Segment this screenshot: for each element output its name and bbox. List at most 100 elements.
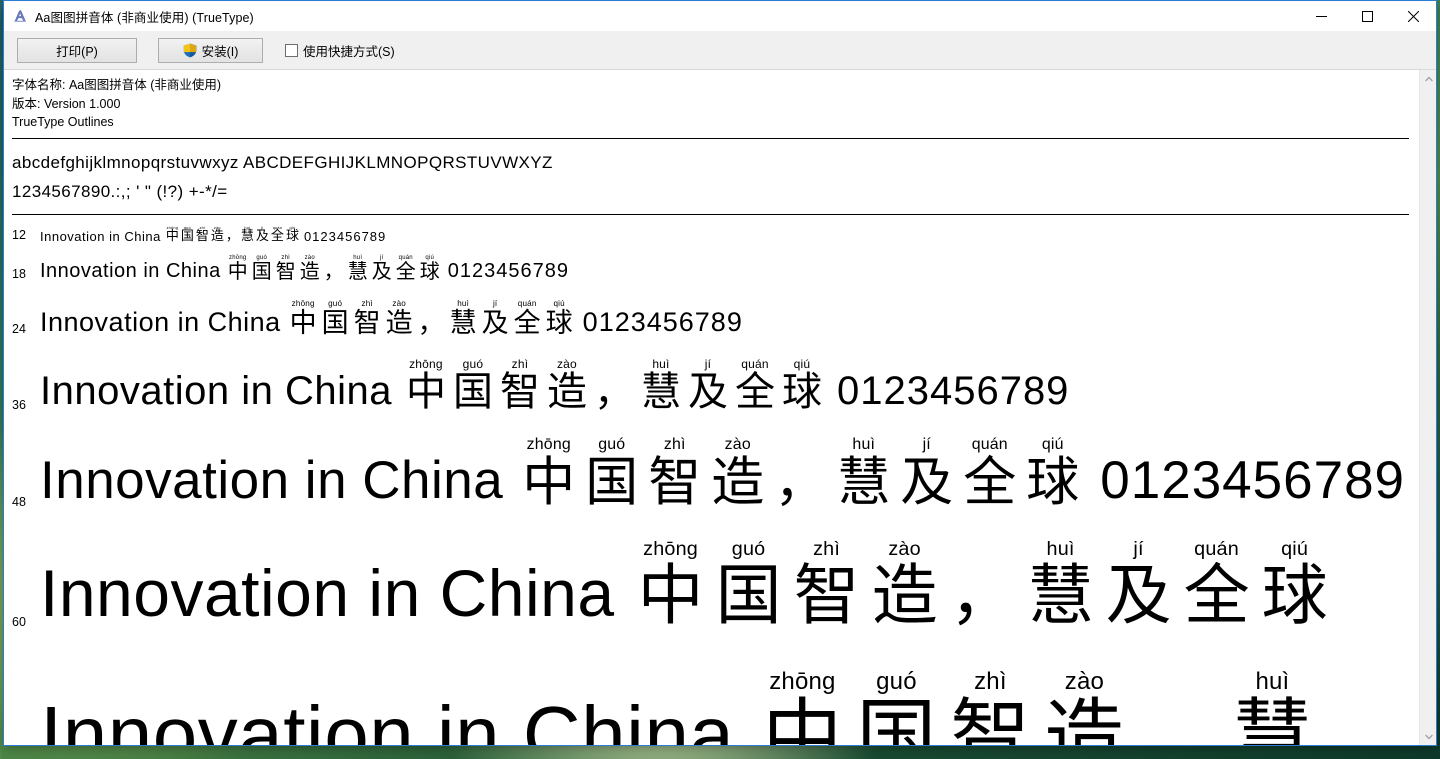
window-titlebar[interactable]: Aa图图拼音体 (非商业使用) (TrueType)	[4, 1, 1436, 31]
font-info-block: 字体名称: Aa图图拼音体 (非商业使用) 版本: Version 1.000 …	[4, 70, 1419, 132]
alphabet-letters: abcdefghijklmnopqrstuvwxyz ABCDEFGHIJKLM…	[12, 152, 553, 172]
chevron-up-icon[interactable]	[1420, 70, 1437, 87]
sample-digits: 0123456789	[447, 259, 569, 282]
ruby-annotated-character: quán 全	[1184, 538, 1250, 630]
han-character: 全	[734, 368, 775, 414]
ruby-annotated-character: zhì 智	[950, 669, 1030, 745]
sample-row: 60 Innovation in China zhōng 中 guó 国 zhì 智 zào 造，…	[4, 511, 1419, 631]
han-character: 中	[165, 228, 179, 244]
sample-latin-text: Innovation in China	[40, 306, 281, 337]
ruby-annotated-character: qiú 球	[420, 255, 440, 283]
ruby-annotated-character: zhōng 中	[165, 225, 179, 244]
install-button-label: 安装(I)	[201, 44, 239, 59]
han-character: 及	[1105, 556, 1172, 631]
han-character: 球	[1261, 556, 1328, 631]
sample-comma: ，	[1138, 690, 1219, 745]
han-character: 慧	[640, 368, 681, 414]
ruby-annotated-character: zhì 智	[354, 299, 381, 338]
use-shortcut-checkbox[interactable]: 使用快捷方式(S)	[285, 41, 395, 60]
ruby-annotated-character: zào 造	[386, 299, 413, 338]
scrollbar-track[interactable]	[1420, 87, 1436, 728]
ruby-annotated-character: zhì 智	[648, 436, 701, 511]
sample-latin-text: Innovation in China	[40, 450, 504, 510]
han-character: 及	[687, 368, 728, 414]
ruby-annotated-character: quán 全	[270, 225, 284, 244]
ruby-annotated-character: zào 造	[547, 358, 587, 414]
ruby-annotated-character: zào 造	[210, 225, 224, 244]
toolbar: 打印(P) 安装(I) 使用快捷方式(S)	[4, 31, 1436, 70]
sample-size-label: 36	[12, 398, 26, 413]
ruby-annotated-character: zhōng 中	[638, 538, 704, 630]
ruby-annotated-character: huì 慧	[837, 436, 891, 511]
content-area: 字体名称: Aa图图拼音体 (非商业使用) 版本: Version 1.000 …	[4, 70, 1436, 745]
han-character: 全	[270, 228, 284, 244]
use-shortcut-label: 使用快捷方式(S)	[303, 44, 395, 59]
han-character: 及	[481, 307, 509, 338]
sample-size-label: 18	[12, 267, 26, 282]
han-character: 慧	[837, 451, 891, 511]
install-button[interactable]: 安装(I)	[158, 37, 263, 63]
ruby-annotated-character: zhōng 中	[762, 669, 842, 745]
sample-row: 24 Innovation in China zhōng 中 guó 国 zhì 智 zào 造，…	[4, 283, 1419, 338]
sample-text: Innovation in China zhōng 中 guó 国 zhì 智 zào 造， hu…	[40, 225, 387, 244]
font-version-line: 版本: Version 1.000	[12, 96, 121, 111]
ruby-annotated-character: zào 造	[300, 255, 320, 283]
han-character: 球	[781, 368, 822, 414]
han-character: 国	[452, 368, 493, 414]
chevron-down-icon[interactable]	[1420, 728, 1437, 745]
sample-latin-text: Innovation in China	[40, 555, 615, 630]
sample-comma: ，	[593, 368, 634, 414]
han-character: 慧	[1232, 690, 1313, 745]
han-character: 国	[585, 451, 639, 511]
sample-row: 72Innovation in Chinazhōng中guó国zhì智zào造，…	[4, 631, 1419, 745]
han-character: 中	[289, 307, 317, 338]
window-title: Aa图图拼音体 (非商业使用) (TrueType)	[35, 10, 254, 25]
ruby-annotated-character: zhōng 中	[522, 436, 575, 511]
sample-digits: 0123456789	[303, 228, 387, 244]
han-character: 中	[227, 259, 248, 283]
close-button[interactable]	[1390, 1, 1436, 31]
han-character: 慧	[347, 259, 368, 283]
sample-latin-text: Innovation in China	[40, 259, 221, 282]
han-character: 国	[321, 307, 349, 338]
font-preview-pane: 字体名称: Aa图图拼音体 (非商业使用) 版本: Version 1.000 …	[4, 70, 1419, 745]
han-character: 及	[371, 259, 392, 283]
ruby-annotated-character: huì 慧	[1232, 669, 1312, 745]
print-button[interactable]: 打印(P)	[17, 37, 137, 63]
vertical-scrollbar[interactable]	[1419, 70, 1436, 745]
font-name-line: 字体名称: Aa图图拼音体 (非商业使用)	[12, 78, 222, 92]
ruby-annotated-character: guó 国	[716, 538, 782, 630]
han-character: 国	[180, 228, 194, 244]
ruby-annotated-character: zhōng 中	[228, 255, 248, 283]
ruby-annotated-character: huì 慧	[348, 255, 368, 283]
han-character: 造	[210, 228, 224, 244]
ruby-annotated-character: guó 国	[252, 255, 272, 283]
han-character: 中	[762, 690, 843, 745]
ruby-annotated-character: quán 全	[396, 255, 416, 283]
minimize-button[interactable]	[1298, 1, 1344, 31]
font-viewer-window: Aa图图拼音体 (非商业使用) (TrueType) 打印(P) 安装(I) 使…	[3, 0, 1437, 746]
sample-text: Innovation in China zhōng 中 guó 国 zhì 智 zào 造， hu…	[40, 538, 1340, 631]
han-character: 造	[546, 368, 587, 414]
sample-digits: 0123456789	[1100, 450, 1406, 510]
han-character: 智	[275, 259, 296, 283]
sample-size-label: 24	[12, 322, 26, 337]
ruby-annotated-character: guó 国	[180, 225, 194, 244]
han-character: 球	[1026, 451, 1080, 511]
sample-text: Innovation in China zhōng 中 guó 国 zhì 智 zào 造， hu…	[40, 299, 743, 338]
sample-text: Innovation in China zhōng 中 guó 国 zhì 智 zào 造， hu…	[40, 436, 1406, 511]
han-character: 造	[299, 259, 320, 283]
maximize-button[interactable]	[1344, 1, 1390, 31]
ruby-annotated-character: guó 国	[321, 299, 349, 338]
ruby-annotated-character: quán 全	[735, 358, 775, 414]
ruby-annotated-character: huì 慧	[1028, 538, 1094, 630]
ruby-annotated-character: huì 慧	[241, 225, 254, 244]
ruby-annotated-character: zhōng 中	[289, 299, 317, 338]
sample-size-label: 48	[12, 495, 26, 510]
font-file-icon	[12, 8, 28, 24]
ruby-annotated-character: quán 全	[963, 436, 1016, 511]
sample-comma: ，	[225, 228, 239, 244]
checkbox-box[interactable]	[285, 43, 298, 57]
print-button-label: 打印(P)	[56, 44, 98, 59]
han-character: 球	[545, 307, 573, 338]
